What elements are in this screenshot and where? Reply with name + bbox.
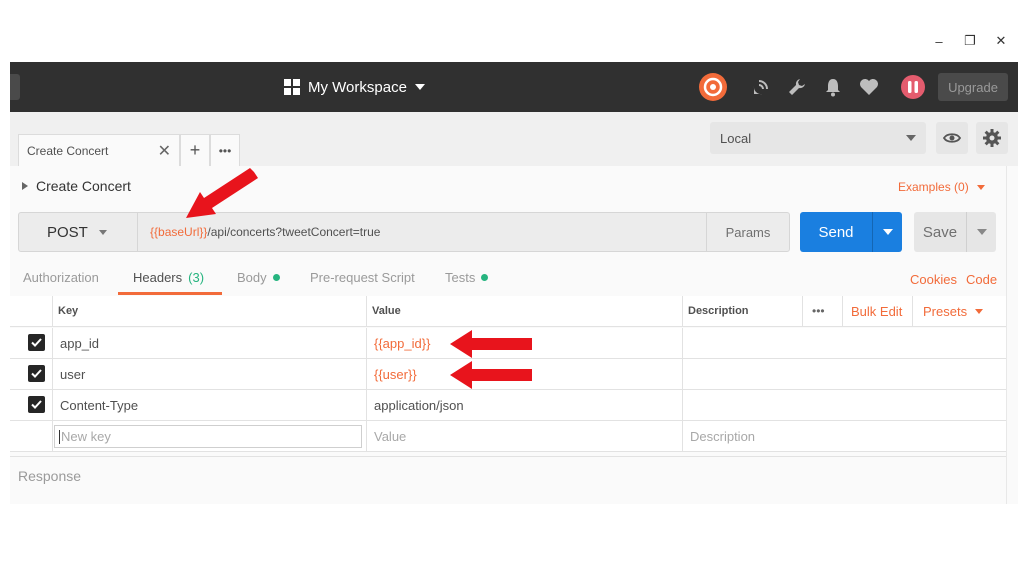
avatar[interactable] (898, 72, 928, 102)
scrollbar[interactable] (1006, 166, 1018, 504)
tab-body-label: Body (237, 270, 267, 285)
manage-environments-button[interactable] (976, 122, 1008, 154)
response-section: Response (10, 456, 1006, 494)
url-variable: {{baseUrl}} (150, 225, 208, 239)
environment-select[interactable]: Local (710, 122, 926, 154)
chevron-down-icon (414, 84, 425, 90)
new-value-input[interactable]: Value (374, 421, 406, 451)
header-key-cell[interactable]: Content-Type (60, 390, 138, 420)
row-checkbox[interactable] (28, 334, 45, 351)
tab-tests[interactable]: Tests (445, 270, 489, 285)
response-label: Response (18, 467, 82, 484)
text-cursor (59, 429, 60, 444)
gear-icon (983, 129, 1001, 147)
tab-prerequest-script[interactable]: Pre-request Script (310, 270, 415, 285)
presets-dropdown[interactable]: Presets (923, 296, 984, 326)
tab-body[interactable]: Body (237, 270, 280, 285)
tab-headers[interactable]: Headers (3) (133, 270, 204, 285)
minimize-button[interactable]: – (928, 30, 950, 52)
close-icon[interactable]: ✕ (158, 141, 171, 161)
chevron-down-icon (976, 184, 985, 190)
new-key-input[interactable]: New key (54, 425, 362, 448)
tab-create-concert[interactable]: Create Concert ✕ (18, 134, 180, 166)
sync-icon[interactable] (698, 72, 728, 102)
table-header-row: Key Value Description ••• Bulk Edit Pres… (10, 296, 1006, 327)
status-dot (481, 274, 489, 281)
workspace-label: My Workspace (308, 78, 407, 96)
window-titlebar: – ❐ ✕ (10, 26, 1018, 62)
code-link[interactable]: Code (966, 272, 997, 287)
table-row-new: New key Value Description (10, 421, 1006, 452)
environment-quick-look-button[interactable] (936, 122, 968, 154)
maximize-button[interactable]: ❐ (959, 30, 981, 52)
url-path: /api/concerts?tweetConcert=true (207, 225, 381, 239)
checkmark-icon (31, 369, 42, 378)
annotation-arrow-user-icon (450, 361, 532, 389)
presets-label: Presets (923, 303, 968, 319)
chevron-down-icon (882, 229, 893, 235)
chevron-down-icon (99, 230, 107, 235)
checkmark-icon (31, 338, 42, 347)
checkmark-icon (31, 400, 42, 409)
heart-icon[interactable] (854, 72, 884, 102)
tab-authorization[interactable]: Authorization (23, 270, 99, 285)
method-select[interactable]: POST (18, 212, 138, 252)
tabs-bar: Create Concert ✕ + ••• Local (10, 112, 1018, 166)
workspace-selector[interactable]: My Workspace (284, 62, 425, 112)
column-header-description: Description (688, 305, 749, 317)
row-checkbox[interactable] (28, 396, 45, 413)
header-value-cell[interactable]: application/json (374, 390, 464, 420)
header-key-cell[interactable]: user (60, 359, 85, 389)
bell-icon[interactable] (818, 72, 848, 102)
wrench-icon[interactable] (782, 72, 812, 102)
tab-prerequest-label: Pre-request Script (310, 270, 415, 285)
status-dot (272, 274, 280, 281)
request-name-row[interactable]: Create Concert (22, 178, 131, 194)
tab-tests-label: Tests (445, 270, 476, 285)
chevron-down-icon (906, 135, 916, 141)
examples-dropdown[interactable]: Examples (0) (898, 180, 985, 194)
send-button[interactable]: Send (800, 212, 872, 252)
bulk-edit-button[interactable]: Bulk Edit (851, 296, 902, 326)
tab-headers-count: (3) (188, 270, 205, 285)
cookies-link[interactable]: Cookies (910, 272, 957, 287)
environment-value: Local (720, 130, 752, 146)
save-options-button[interactable] (966, 212, 996, 252)
send-options-button[interactable] (872, 212, 902, 252)
annotation-arrow-app-id-icon (450, 330, 532, 358)
tab-headers-label: Headers (133, 270, 183, 285)
tab-options-button[interactable]: ••• (210, 134, 240, 166)
examples-label: Examples (0) (898, 180, 969, 194)
header-value-cell[interactable]: {{user}} (374, 359, 417, 389)
app-header: My Workspace Upgrade (10, 62, 1018, 112)
upgrade-button[interactable]: Upgrade (938, 73, 1008, 101)
params-button[interactable]: Params (706, 212, 790, 252)
new-tab-button[interactable]: + (180, 134, 210, 166)
method-value: POST (47, 223, 88, 241)
chevron-down-icon (975, 308, 984, 314)
header-key-cell[interactable]: app_id (60, 328, 99, 358)
header-value-cell[interactable]: {{app_id}} (374, 328, 430, 358)
new-description-input[interactable]: Description (690, 421, 755, 451)
workspace-grid-icon (284, 79, 300, 95)
annotation-arrow-url-icon (186, 168, 258, 218)
new-key-placeholder: New key (61, 429, 111, 444)
row-checkbox[interactable] (28, 365, 45, 382)
column-header-value: Value (372, 305, 401, 317)
tab-authorization-label: Authorization (23, 270, 99, 285)
satellite-icon[interactable] (746, 72, 776, 102)
column-header-key: Key (58, 305, 79, 317)
tab-label: Create Concert (27, 143, 109, 158)
header-left-control[interactable] (10, 74, 20, 100)
save-button[interactable]: Save (914, 212, 966, 252)
request-name: Create Concert (36, 178, 131, 194)
chevron-right-icon (22, 182, 28, 190)
chevron-down-icon (976, 229, 987, 235)
active-tab-indicator (118, 292, 222, 295)
table-options-button[interactable]: ••• (812, 296, 825, 326)
eye-icon (943, 133, 961, 143)
table-row: Content-Type application/json (10, 390, 1006, 421)
close-window-button[interactable]: ✕ (990, 30, 1012, 52)
